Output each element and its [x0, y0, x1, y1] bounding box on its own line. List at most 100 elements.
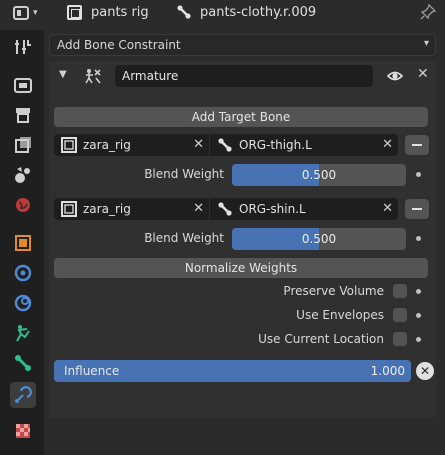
- tab-bone[interactable]: [10, 350, 36, 376]
- object-icon: [15, 235, 31, 251]
- keyframe-dot-icon[interactable]: [416, 172, 421, 177]
- blend-weight-label: Blend Weight: [144, 167, 224, 181]
- disable-keep-transform-icon[interactable]: ✕: [416, 362, 434, 380]
- blend-weight-value: 0.500: [301, 168, 337, 182]
- keyframe-dot-icon[interactable]: [416, 289, 421, 294]
- influence-value: 1.000: [370, 364, 405, 378]
- target-bone-field[interactable]: ORG-shin.L ✕: [210, 198, 398, 220]
- keyframe-dot-icon[interactable]: [416, 337, 421, 342]
- normalize-weights-label: Normalize Weights: [184, 261, 298, 275]
- add-bone-constraint-label: Add Bone Constraint: [57, 38, 181, 52]
- object-icon: [61, 137, 77, 153]
- scene-icon: [15, 167, 30, 183]
- tab-render[interactable]: [10, 72, 36, 98]
- blend-weight-row: Blend Weight 0.500: [49, 228, 436, 250]
- target-bone-name: ORG-shin.L: [239, 202, 306, 216]
- constraint-name: Armature: [122, 69, 179, 83]
- clear-icon[interactable]: ✕: [382, 137, 393, 152]
- properties-main: Add Bone Constraint ▾ ▼ Armature ✕ Add T…: [46, 30, 445, 455]
- minus-icon: [412, 144, 422, 146]
- tab-texture[interactable]: [10, 418, 36, 444]
- minus-icon: [412, 208, 422, 210]
- use-current-location-checkbox[interactable]: [393, 332, 407, 346]
- pin-icon[interactable]: [420, 4, 436, 20]
- keyframe-dot-icon[interactable]: [416, 236, 421, 241]
- influence-label: Influence: [64, 364, 120, 378]
- target-bone-name: ORG-thigh.L: [239, 138, 312, 152]
- chevron-down-icon: ▾: [423, 38, 429, 49]
- option-row: Preserve Volume: [49, 281, 436, 303]
- object-icon: [67, 5, 82, 20]
- eye-icon[interactable]: [387, 68, 403, 84]
- tab-object-constraint[interactable]: [10, 320, 36, 346]
- clear-icon[interactable]: ✕: [382, 201, 393, 216]
- add-target-bone-label: Add Target Bone: [191, 110, 291, 124]
- target-row: zara_rig ✕ ORG-shin.L ✕: [54, 198, 399, 220]
- use-current-location-label: Use Current Location: [258, 332, 384, 346]
- tab-output[interactable]: [10, 102, 36, 128]
- constraint-name-field[interactable]: Armature: [115, 65, 373, 87]
- chevron-down-icon: ▾: [33, 8, 38, 18]
- blend-weight-row: Blend Weight 0.500: [49, 164, 436, 186]
- physics-icon: [14, 294, 32, 312]
- target-object-name: zara_rig: [83, 138, 131, 152]
- constraint-header: ▼ Armature ✕: [49, 61, 436, 91]
- use-envelopes-checkbox[interactable]: [393, 308, 407, 322]
- tab-view-layer[interactable]: [10, 132, 36, 158]
- render-icon: [14, 78, 32, 93]
- blend-weight-label: Blend Weight: [144, 231, 224, 245]
- tab-object[interactable]: [10, 230, 36, 256]
- bone-constraint-icon: [15, 386, 32, 403]
- target-row: zara_rig ✕ ORG-thigh.L ✕: [54, 134, 399, 156]
- keyframe-dot-icon[interactable]: [416, 313, 421, 318]
- blend-weight-slider[interactable]: 0.500: [232, 228, 406, 250]
- tool-icon: [15, 40, 31, 54]
- tab-tool[interactable]: [10, 34, 36, 60]
- target-object-name: zara_rig: [83, 202, 131, 216]
- tab-world[interactable]: [10, 192, 36, 218]
- remove-target-button[interactable]: [405, 135, 429, 155]
- option-row: Use Envelopes: [49, 305, 436, 327]
- preserve-volume-label: Preserve Volume: [283, 284, 384, 298]
- influence-slider[interactable]: Influence 1.000: [54, 360, 411, 382]
- preserve-volume-checkbox[interactable]: [393, 284, 407, 298]
- add-bone-constraint-dropdown[interactable]: Add Bone Constraint ▾: [49, 34, 436, 56]
- modifier-icon: [14, 264, 32, 282]
- target-object-field[interactable]: zara_rig ✕: [54, 198, 209, 220]
- option-row: Use Current Location: [49, 329, 436, 351]
- target-object-field[interactable]: zara_rig ✕: [54, 134, 209, 156]
- normalize-weights-button[interactable]: Normalize Weights: [54, 258, 428, 278]
- clear-icon[interactable]: ✕: [193, 201, 204, 216]
- tab-modifier[interactable]: [10, 260, 36, 286]
- properties-editor-icon: [13, 6, 29, 20]
- properties-tab-strip: [0, 30, 44, 455]
- clear-icon[interactable]: ✕: [193, 137, 204, 152]
- object-icon: [61, 201, 77, 217]
- armature-constraint-icon: [85, 69, 101, 84]
- texture-icon: [16, 424, 30, 438]
- constraint-panel: ▼ Armature ✕ Add Target Bone zara_rig ✕ …: [49, 61, 436, 418]
- bone-icon: [15, 355, 31, 371]
- remove-target-button[interactable]: [405, 199, 429, 219]
- use-envelopes-label: Use Envelopes: [296, 308, 384, 322]
- object-constraint-icon: [16, 325, 30, 342]
- world-icon: [16, 198, 30, 212]
- target-bone-field[interactable]: ORG-thigh.L ✕: [210, 134, 398, 156]
- tab-scene[interactable]: [10, 162, 36, 188]
- blend-weight-slider[interactable]: 0.500: [232, 164, 406, 186]
- tab-bone-constraint[interactable]: [10, 382, 36, 408]
- collapse-triangle-icon[interactable]: ▼: [59, 69, 67, 80]
- bone-icon: [218, 138, 232, 152]
- properties-header: ▾ pants rig pants-clothy.r.009: [0, 0, 445, 26]
- output-icon: [16, 108, 30, 123]
- bone-name: pants-clothy.r.009: [200, 5, 317, 20]
- object-name: pants rig: [91, 5, 149, 20]
- bone-icon: [218, 202, 232, 216]
- editor-type-button[interactable]: ▾: [13, 4, 51, 22]
- close-icon[interactable]: ✕: [417, 66, 429, 82]
- view-layer-icon: [15, 137, 31, 153]
- tab-physics[interactable]: [10, 290, 36, 316]
- bone-icon: [177, 5, 191, 19]
- blend-weight-value: 0.500: [301, 232, 337, 246]
- add-target-bone-button[interactable]: Add Target Bone: [54, 107, 428, 127]
